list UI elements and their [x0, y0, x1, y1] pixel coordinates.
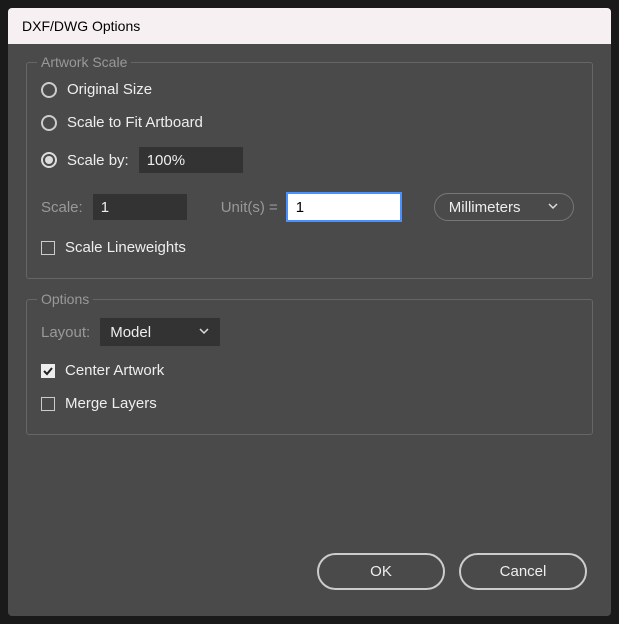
original-size-radio[interactable] [41, 82, 57, 98]
scale-by-row[interactable]: Scale by: [41, 147, 578, 173]
options-group: Options Layout: Model Center Artwork [26, 299, 593, 435]
ok-button[interactable]: OK [317, 553, 445, 590]
units-select[interactable]: Millimeters [434, 193, 574, 221]
artwork-scale-legend: Artwork Scale [37, 54, 131, 70]
layout-select[interactable]: Model [100, 318, 220, 346]
scale-label: Scale: [41, 199, 83, 216]
scale-by-input[interactable] [139, 147, 243, 173]
chevron-down-icon [547, 199, 559, 216]
options-legend: Options [37, 291, 93, 307]
layout-select-value: Model [110, 324, 151, 341]
artwork-scale-group: Artwork Scale Original Size Scale to Fit… [26, 62, 593, 279]
dxf-dwg-options-dialog: DXF/DWG Options Artwork Scale Original S… [8, 8, 611, 616]
scale-lineweights-row[interactable]: Scale Lineweights [41, 239, 578, 256]
dialog-buttons: OK Cancel [26, 553, 593, 598]
original-size-row[interactable]: Original Size [41, 81, 578, 98]
layout-row: Layout: Model [41, 318, 578, 346]
merge-layers-row[interactable]: Merge Layers [41, 395, 578, 412]
scale-to-fit-label: Scale to Fit Artboard [67, 114, 203, 131]
original-size-label: Original Size [67, 81, 152, 98]
center-artwork-row[interactable]: Center Artwork [41, 362, 578, 379]
scale-to-fit-radio[interactable] [41, 115, 57, 131]
units-select-value: Millimeters [449, 199, 521, 216]
scale-to-fit-row[interactable]: Scale to Fit Artboard [41, 114, 578, 131]
units-label: Unit(s) = [221, 199, 278, 216]
layout-label: Layout: [41, 324, 90, 341]
scale-lineweights-checkbox[interactable] [41, 241, 55, 255]
scale-units-row: Scale: Unit(s) = Millimeters [41, 193, 578, 221]
units-input[interactable] [288, 194, 400, 220]
merge-layers-checkbox[interactable] [41, 397, 55, 411]
dialog-content: Artwork Scale Original Size Scale to Fit… [8, 44, 611, 616]
chevron-down-icon [198, 324, 210, 341]
merge-layers-label: Merge Layers [65, 395, 157, 412]
dialog-titlebar: DXF/DWG Options [8, 8, 611, 44]
center-artwork-checkbox[interactable] [41, 364, 55, 378]
scale-by-radio[interactable] [41, 152, 57, 168]
scale-lineweights-label: Scale Lineweights [65, 239, 186, 256]
scale-input[interactable] [93, 194, 187, 220]
center-artwork-label: Center Artwork [65, 362, 164, 379]
scale-by-label: Scale by: [67, 152, 129, 169]
dialog-title: DXF/DWG Options [22, 18, 140, 34]
cancel-button[interactable]: Cancel [459, 553, 587, 590]
